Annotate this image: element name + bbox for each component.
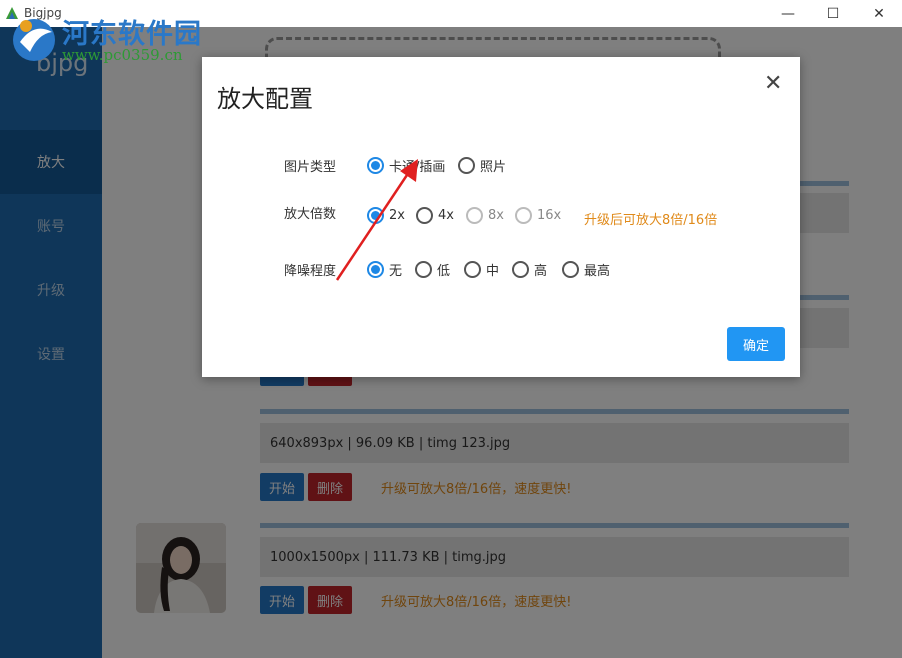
radio-noise-high[interactable]: 高: [512, 260, 547, 279]
radio-scale-4x[interactable]: 4x: [416, 207, 454, 224]
maximize-button[interactable]: ☐: [810, 0, 856, 27]
radio-disabled-icon: [515, 207, 532, 224]
radio-cartoon[interactable]: 卡通/插画: [367, 156, 445, 175]
radio-label: 低: [437, 264, 451, 279]
radio-label: 4x: [438, 208, 454, 223]
upgrade-hint: 升级后可放大8倍/16倍: [584, 213, 718, 228]
radio-photo[interactable]: 照片: [458, 156, 506, 175]
radio-label: 2x: [389, 208, 405, 223]
radio-unchecked-icon: [416, 207, 433, 224]
radio-noise-highest[interactable]: 最高: [562, 260, 610, 279]
noise-label: 降噪程度: [284, 264, 337, 279]
zoom-config-dialog: 放大配置 ✕ 图片类型 卡通/插画 照片 放大倍数 2x 4x 8x 16x 升…: [202, 57, 800, 377]
radio-checked-icon: [367, 261, 384, 278]
radio-scale-2x[interactable]: 2x: [367, 207, 405, 224]
radio-checked-icon: [367, 207, 384, 224]
radio-disabled-icon: [466, 207, 483, 224]
dialog-title: 放大配置: [217, 85, 313, 113]
radio-checked-icon: [367, 157, 384, 174]
confirm-button[interactable]: 确定: [727, 327, 785, 361]
radio-scale-16x[interactable]: 16x: [515, 207, 561, 224]
radio-noise-none[interactable]: 无: [367, 260, 402, 279]
close-window-button[interactable]: ✕: [856, 0, 902, 27]
radio-label: 8x: [488, 208, 504, 223]
radio-unchecked-icon: [562, 261, 579, 278]
radio-label: 无: [389, 264, 403, 279]
radio-label: 16x: [537, 208, 562, 223]
watermark-url: www.pc0359.cn: [62, 46, 183, 64]
radio-unchecked-icon: [415, 261, 432, 278]
image-type-label: 图片类型: [284, 160, 337, 175]
radio-unchecked-icon: [458, 157, 475, 174]
radio-label: 高: [534, 264, 548, 279]
radio-label: 照片: [480, 160, 507, 175]
watermark-logo: [13, 19, 55, 61]
radio-label: 最高: [584, 264, 611, 279]
minimize-button[interactable]: —: [765, 0, 811, 27]
radio-scale-8x[interactable]: 8x: [466, 207, 504, 224]
radio-noise-medium[interactable]: 中: [464, 260, 499, 279]
radio-unchecked-icon: [464, 261, 481, 278]
close-icon[interactable]: ✕: [764, 71, 782, 96]
radio-label: 卡通/插画: [389, 160, 446, 175]
radio-label: 中: [486, 264, 500, 279]
radio-unchecked-icon: [512, 261, 529, 278]
radio-noise-low[interactable]: 低: [415, 260, 450, 279]
scale-label: 放大倍数: [284, 207, 337, 222]
